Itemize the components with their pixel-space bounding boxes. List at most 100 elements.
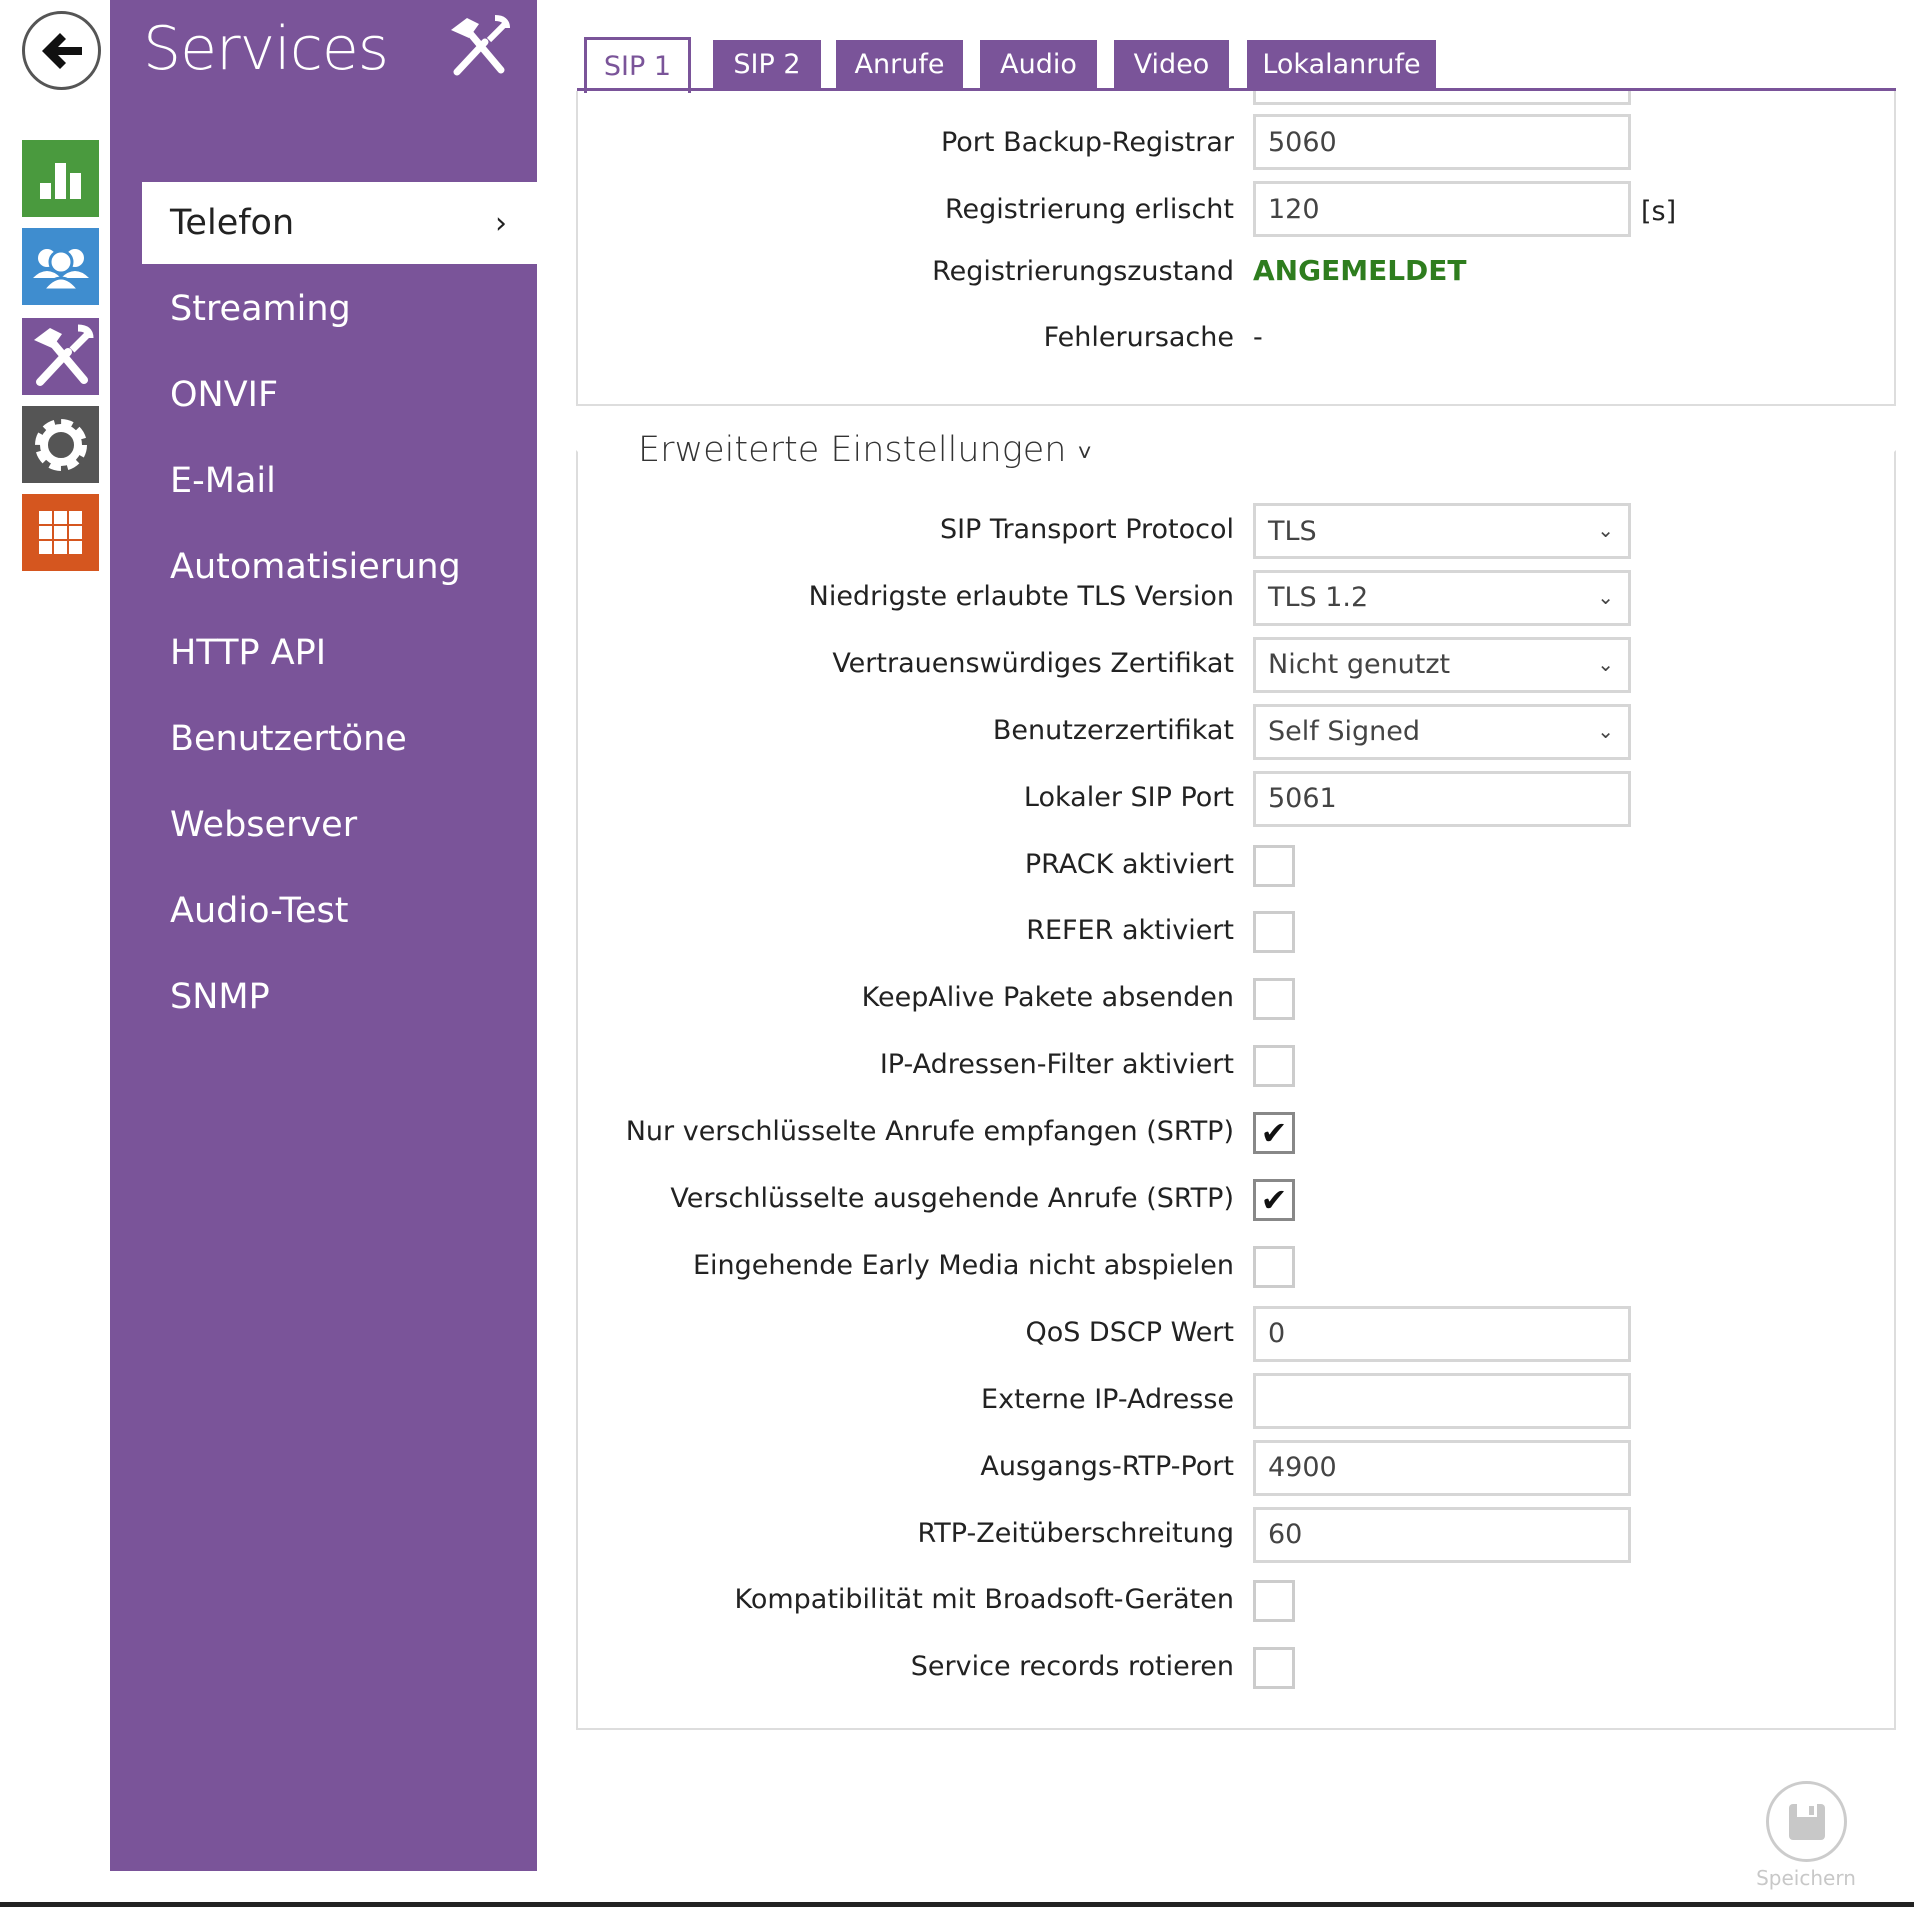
sidebar-item-label: Audio-Test xyxy=(170,891,349,931)
nav-users[interactable] xyxy=(22,228,99,305)
sidebar-item-benutzert-ne[interactable]: Benutzertöne xyxy=(142,698,537,780)
vertrauensw-rdiges-zertifikat-select[interactable]: Nicht genutzt ⌄ xyxy=(1253,636,1631,693)
keepalive-pakete-absenden-checkbox[interactable] xyxy=(1253,978,1295,1021)
prack-aktiviert-label: PRACK aktiviert xyxy=(1024,848,1234,880)
nav-settings[interactable] xyxy=(22,406,99,483)
back-button[interactable] xyxy=(22,11,101,90)
field-value: 60 xyxy=(1268,1519,1303,1550)
field-value: TLS xyxy=(1268,515,1317,547)
refer-aktiviert-checkbox[interactable] xyxy=(1253,911,1295,954)
sidebar-item-label: SNMP xyxy=(170,977,270,1017)
sidebar-item-snmp[interactable]: SNMP xyxy=(142,956,537,1038)
refer-aktiviert-label: REFER aktiviert xyxy=(1026,915,1234,947)
ausgangs-rtp-port-label: Ausgangs-RTP-Port xyxy=(980,1450,1234,1482)
sidebar-item-label: Benutzertöne xyxy=(170,719,407,759)
sidebar-item-webserver[interactable]: Webserver xyxy=(142,784,537,866)
rtp-zeit-berschreitung-input[interactable]: 60 xyxy=(1253,1506,1631,1563)
advanced-panel xyxy=(576,450,1896,1730)
externe-ip-adresse-label: Externe IP-Adresse xyxy=(981,1383,1234,1415)
nav-status[interactable] xyxy=(22,140,99,217)
sidebar-item-automatisierung[interactable]: Automatisierung xyxy=(142,526,537,608)
port-backup-label: Port Backup-Registrar xyxy=(940,127,1234,158)
verschl-sselte-ausgehende-anrufe-srtp-checkbox[interactable]: ✔ xyxy=(1253,1179,1295,1221)
truncated-input[interactable] xyxy=(1253,91,1631,105)
advanced-settings-toggle[interactable]: Erweiterte Einstellungen ˅ xyxy=(638,430,1092,470)
field-value: 0 xyxy=(1268,1318,1286,1350)
chevron-down-icon: ⌄ xyxy=(1597,584,1614,609)
checkmark-icon: ✔ xyxy=(1260,1181,1288,1219)
chevron-down-icon: ⌄ xyxy=(1597,651,1614,676)
niedrigste-erlaubte-tls-version-label: Niedrigste erlaubte TLS Version xyxy=(808,580,1234,612)
registration-state-value: ANGEMELDET xyxy=(1253,254,1467,287)
ausgangs-rtp-port-input[interactable]: 4900 xyxy=(1253,1439,1631,1496)
save-label: Speichern xyxy=(1756,1866,1856,1890)
sidebar-item-e-mail[interactable]: E-Mail xyxy=(142,440,537,522)
arrow-left-icon xyxy=(41,32,82,69)
bottom-bar xyxy=(0,1902,1914,1907)
expiry-label: Registrierung erlischt xyxy=(944,194,1234,225)
field-value: TLS 1.2 xyxy=(1268,582,1369,614)
field-value: 5061 xyxy=(1268,783,1337,815)
registration-state-label: Registrierungszustand xyxy=(932,256,1234,287)
save-button[interactable] xyxy=(1766,1781,1847,1862)
field-value: Self Signed xyxy=(1268,716,1420,748)
benutzerzertifikat-label: Benutzerzertifikat xyxy=(992,714,1234,746)
error-cause-value: - xyxy=(1253,322,1263,353)
status-chart-icon xyxy=(39,162,81,199)
chevron-down-icon: ˅ xyxy=(1077,439,1092,467)
sidebar-item-label: Telefon xyxy=(170,203,295,243)
page-title: Services xyxy=(143,14,389,84)
sidebar-item-audio-test[interactable]: Audio-Test xyxy=(142,870,537,952)
checkmark-icon: ✔ xyxy=(1260,1114,1288,1153)
kompatibilit-t-mit-broadsoft-ger-ten-label: Kompatibilität mit Broadsoft-Geräten xyxy=(734,1584,1234,1616)
tab-sip-1[interactable]: SIP 1 xyxy=(584,37,691,93)
field-value: 4900 xyxy=(1268,1452,1337,1484)
chevron-down-icon: ⌄ xyxy=(1597,518,1614,542)
tab-video[interactable]: Video xyxy=(1114,40,1229,88)
nur-verschl-sselte-anrufe-empfangen-srtp-checkbox[interactable]: ✔ xyxy=(1253,1112,1295,1155)
expiry-unit: [s] xyxy=(1641,196,1677,227)
tab-sip-2[interactable]: SIP 2 xyxy=(713,40,821,88)
benutzerzertifikat-select[interactable]: Self Signed ⌄ xyxy=(1253,703,1631,760)
chevron-down-icon: ⌄ xyxy=(1597,718,1614,743)
ip-adressen-filter-aktiviert-checkbox[interactable] xyxy=(1253,1045,1295,1088)
chevron-right-icon: › xyxy=(495,205,507,241)
service-records-rotieren-checkbox[interactable] xyxy=(1253,1647,1295,1690)
floppy-disk-icon xyxy=(1788,1803,1825,1840)
kompatibilit-t-mit-broadsoft-ger-ten-checkbox[interactable] xyxy=(1253,1580,1295,1623)
sidebar-item-telefon[interactable]: Telefon › xyxy=(142,182,537,264)
port-backup-input[interactable]: 5060 xyxy=(1253,114,1631,170)
qos-dscp-wert-input[interactable]: 0 xyxy=(1253,1305,1631,1362)
tab-lokalanrufe[interactable]: Lokalanrufe xyxy=(1247,40,1436,88)
eingehende-early-media-nicht-abspielen-checkbox[interactable] xyxy=(1253,1245,1295,1288)
ip-adressen-filter-aktiviert-label: IP-Adressen-Filter aktiviert xyxy=(879,1049,1234,1081)
error-cause-label: Fehlerursache xyxy=(1043,322,1234,353)
sidebar-item-onvif[interactable]: ONVIF xyxy=(142,354,537,436)
nav-services[interactable] xyxy=(22,318,99,395)
nur-verschl-sselte-anrufe-empfangen-srtp-label: Nur verschlüsselte Anrufe empfangen (SRT… xyxy=(625,1116,1234,1148)
sidebar-item-http-api[interactable]: HTTP API xyxy=(142,612,537,694)
sidebar-item-label: Automatisierung xyxy=(170,547,461,587)
sidebar-item-streaming[interactable]: Streaming xyxy=(142,268,537,350)
rtp-zeit-berschreitung-label: RTP-Zeitüberschreitung xyxy=(917,1517,1234,1549)
sidebar-item-label: E-Mail xyxy=(170,461,276,501)
basic-panel xyxy=(576,91,1896,406)
qos-dscp-wert-label: QoS DSCP Wert xyxy=(1025,1316,1234,1348)
sip-transport-protocol-label: SIP Transport Protocol xyxy=(939,514,1234,545)
users-icon xyxy=(32,248,89,291)
sidebar-item-label: ONVIF xyxy=(170,375,279,415)
tab-audio[interactable]: Audio xyxy=(980,40,1097,88)
externe-ip-adresse-input[interactable] xyxy=(1253,1372,1631,1429)
nav-apps[interactable] xyxy=(22,494,99,571)
lokaler-sip-port-input[interactable]: 5061 xyxy=(1253,770,1631,827)
tools-icon xyxy=(440,14,516,84)
prack-aktiviert-checkbox[interactable] xyxy=(1253,844,1295,887)
niedrigste-erlaubte-tls-version-select[interactable]: TLS 1.2 ⌄ xyxy=(1253,569,1631,626)
eingehende-early-media-nicht-abspielen-label: Eingehende Early Media nicht abspielen xyxy=(692,1249,1234,1281)
tab-anrufe[interactable]: Anrufe xyxy=(836,40,963,88)
settings-gear-icon xyxy=(34,418,87,471)
verschl-sselte-ausgehende-anrufe-srtp-label: Verschlüsselte ausgehende Anrufe (SRTP) xyxy=(670,1183,1234,1214)
service-records-rotieren-label: Service records rotieren xyxy=(910,1651,1234,1683)
expiry-input[interactable]: 120 xyxy=(1253,181,1631,237)
sip-transport-protocol-select[interactable]: TLS ⌄ xyxy=(1253,503,1631,559)
